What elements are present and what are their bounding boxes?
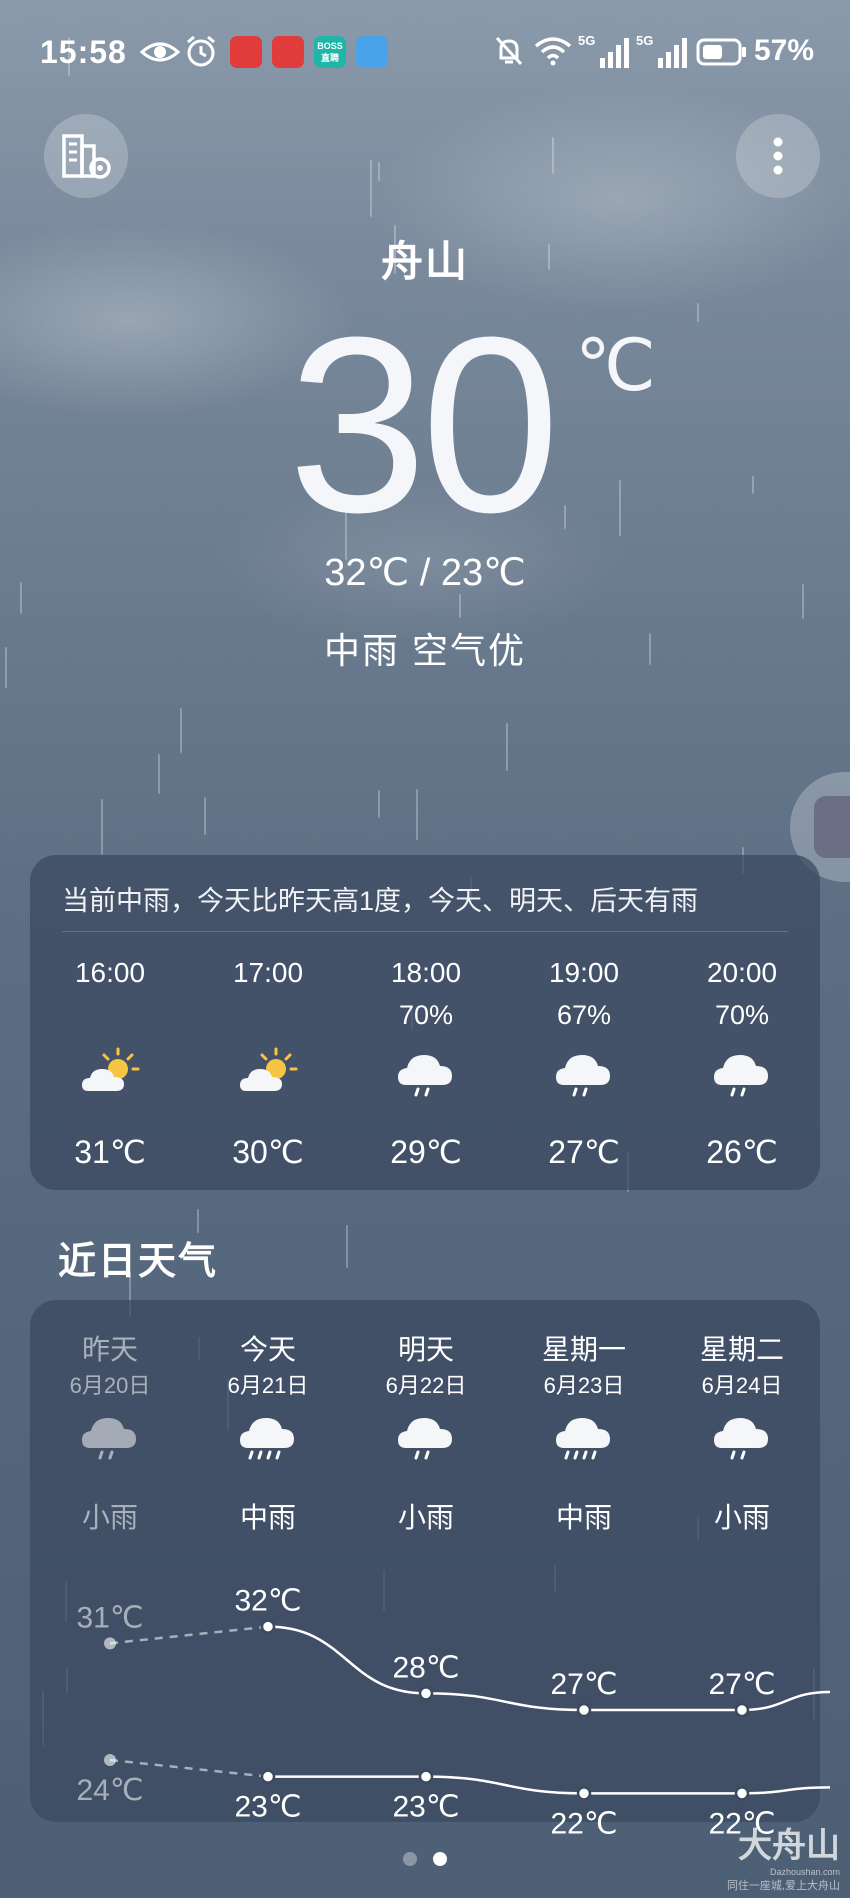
rain-streak	[370, 160, 372, 217]
battery-percentage: 57%	[753, 34, 814, 67]
trend-point	[260, 1619, 276, 1634]
more-options-button[interactable]	[736, 114, 820, 198]
city-manage-button[interactable]	[44, 114, 128, 198]
more-vertical-icon	[773, 137, 783, 175]
watermark-name: 大舟山	[738, 1827, 840, 1865]
rain-streak	[158, 754, 160, 794]
hourly-time: 19:00	[548, 957, 620, 988]
trend-point	[418, 1686, 434, 1701]
wifi-icon	[534, 37, 572, 66]
rain-streak	[619, 480, 621, 536]
partly-sunny-icon	[78, 1045, 142, 1101]
trend-point	[576, 1702, 592, 1718]
hourly-time: 20:00	[706, 957, 778, 988]
watermark-slogan: 同住一座城,爱上大舟山	[726, 1880, 840, 1892]
temperature-range: 32℃ / 23℃	[324, 552, 526, 594]
rain-streak	[378, 162, 380, 181]
page-dot[interactable]	[433, 1852, 447, 1866]
hourly-precip-chance: 70%	[714, 1000, 770, 1030]
light-rain-icon	[394, 1045, 458, 1101]
light-rain-icon	[552, 1045, 616, 1101]
hourly-temp: 30℃	[232, 1134, 304, 1170]
low-temp-label: 22℃	[550, 1807, 617, 1840]
low-temp-label: 23℃	[234, 1791, 301, 1824]
daily-forecast-title: 近日天气	[58, 1241, 219, 1283]
status-time: 15:58	[40, 34, 127, 70]
hourly-time: 18:00	[390, 957, 462, 988]
high-temp-label: 31℃	[76, 1601, 143, 1634]
high-temp-label: 32℃	[234, 1585, 301, 1618]
partly-sunny-icon	[236, 1045, 300, 1101]
rain-streak	[101, 799, 103, 855]
trend-point	[418, 1769, 434, 1784]
low-temp-label: 23℃	[392, 1791, 459, 1824]
hourly-temp: 27℃	[548, 1134, 620, 1170]
rain-streak	[378, 790, 380, 818]
temperature-unit: ℃	[575, 326, 656, 406]
low-temp-label: 24℃	[76, 1774, 143, 1807]
trend-point	[576, 1786, 592, 1801]
hourly-precip-chance: 70%	[398, 1000, 454, 1030]
rain-streak	[552, 137, 554, 174]
hourly-temp: 31℃	[74, 1134, 146, 1170]
hourly-time: 17:00	[232, 957, 304, 988]
rain-streak	[697, 303, 699, 322]
floating-app-icon	[814, 796, 850, 858]
rain-streak	[459, 594, 461, 618]
trend-point	[734, 1786, 750, 1801]
hourly-temp: 26℃	[706, 1134, 778, 1170]
weather-summary: 中雨 空气优	[323, 630, 526, 671]
network-badge-1: 5G	[578, 33, 595, 48]
rain-streak	[506, 723, 508, 771]
trend-point	[260, 1769, 276, 1784]
hourly-forecast-card[interactable]: 当前中雨，今天比昨天高1度，今天、明天、后天有雨 16:00 31℃ 17:00 30…	[30, 855, 820, 1190]
trend-point	[104, 1637, 116, 1650]
app-icon-618-a	[230, 36, 262, 68]
rain-streak	[346, 1225, 348, 1268]
high-temp-label: 27℃	[708, 1668, 775, 1701]
temperature-trend-chart: 31℃32℃28℃27℃ 27℃24℃23℃ 23℃22℃ 22℃	[76, 1585, 831, 1840]
battery-icon	[696, 38, 746, 66]
high-temp-label: 27℃	[550, 1668, 617, 1701]
trend-point	[104, 1754, 116, 1766]
signal-5g-icon-2: 5G	[636, 33, 687, 68]
signal-5g-icon-1: 5G	[578, 33, 629, 68]
current-temperature: 30	[288, 285, 560, 564]
status-bar: 15:58 BOSS 直聘 5G 5G 57%	[0, 0, 850, 108]
watermark: 大舟山 Dazhoushan.com 同住一座城,爱上大舟山	[670, 1818, 840, 1893]
trend-point	[734, 1702, 750, 1718]
app-icon-boss: BOSS 直聘	[314, 36, 346, 68]
hourly-time: 16:00	[74, 957, 146, 988]
light-rain-icon	[710, 1045, 774, 1101]
rain-streak	[204, 797, 206, 835]
daily-forecast-card[interactable]: 昨天 6月20日 小雨 今天 6月21日 中雨 明天 6月22日 小雨 星期一 6月23日 中雨 星期二…	[30, 1300, 831, 1840]
hourly-precip-chance: 67%	[556, 1000, 612, 1030]
rain-streak	[416, 789, 418, 840]
high-temp-label: 28℃	[392, 1651, 459, 1684]
app-icon-weather	[356, 36, 388, 68]
app-icon-618-b	[272, 36, 304, 68]
rain-streak	[180, 708, 182, 753]
alarm-clock-icon	[187, 35, 215, 67]
eye-icon	[140, 42, 180, 62]
rain-streak	[752, 476, 754, 494]
rain-streak	[564, 505, 566, 529]
card-divider	[62, 931, 788, 932]
page-dot[interactable]	[403, 1852, 417, 1866]
mute-bell-icon	[495, 36, 523, 66]
hourly-temp: 29℃	[390, 1134, 462, 1170]
city-settings-icon	[62, 134, 111, 179]
city-name[interactable]: 舟山	[0, 228, 850, 289]
network-badge-2: 5G	[636, 33, 653, 48]
watermark-url: Dazhoushan.com	[769, 1867, 840, 1877]
forecast-description: 当前中雨，今天比昨天高1度，今天、明天、后天有雨	[62, 886, 699, 916]
